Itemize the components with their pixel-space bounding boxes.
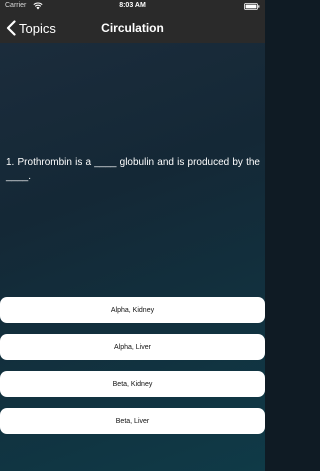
quiz-screen: Carrier 8:03 AM Topics Circulation 1. Pr… bbox=[0, 0, 265, 471]
back-button[interactable]: Topics bbox=[6, 13, 56, 43]
navigation-bar: Topics Circulation bbox=[0, 13, 265, 43]
answer-option-1[interactable]: Alpha, Kidney bbox=[0, 297, 265, 323]
chevron-left-icon bbox=[6, 20, 16, 36]
answer-option-2[interactable]: Alpha, Liver bbox=[0, 334, 265, 360]
back-button-label: Topics bbox=[19, 20, 56, 36]
answer-list: Alpha, Kidney Alpha, Liver Beta, Kidney … bbox=[0, 297, 265, 445]
battery-icon bbox=[244, 3, 260, 10]
answer-option-3[interactable]: Beta, Kidney bbox=[0, 371, 265, 397]
status-time: 8:03 AM bbox=[119, 2, 146, 9]
question-text: 1. Prothrombin is a ____ globulin and is… bbox=[6, 157, 260, 182]
answer-option-4[interactable]: Beta, Liver bbox=[0, 408, 265, 434]
status-bar: Carrier 8:03 AM bbox=[0, 0, 265, 13]
